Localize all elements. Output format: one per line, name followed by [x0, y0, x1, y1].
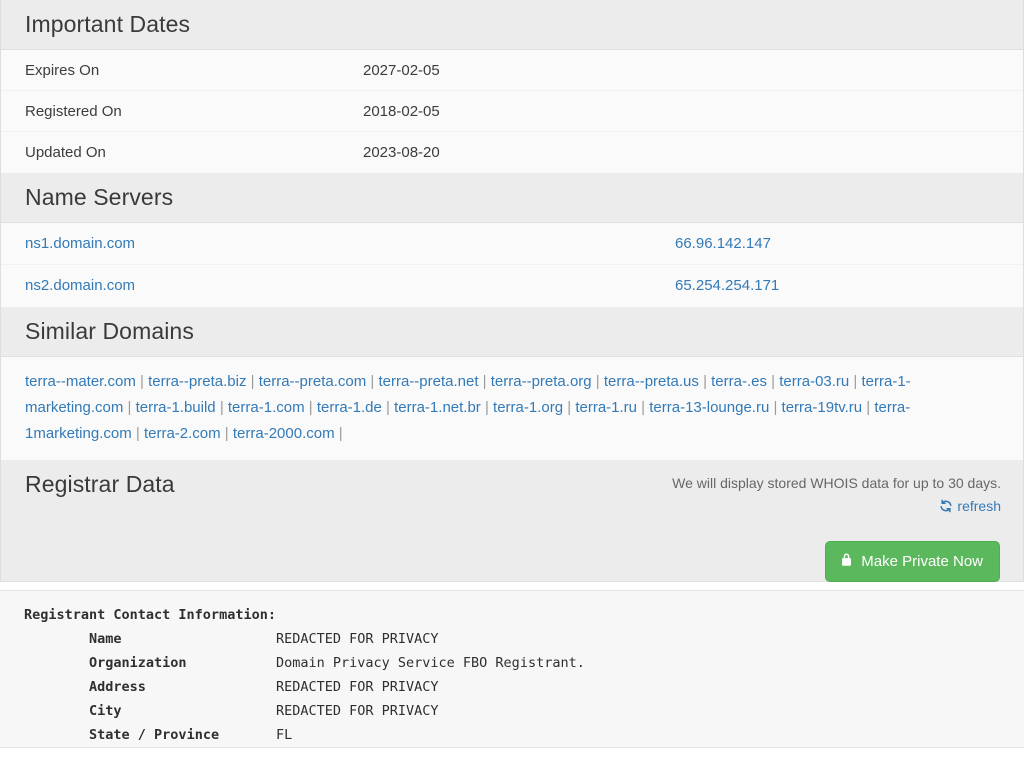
similar-domain-link[interactable]: terra-1.org: [493, 399, 563, 416]
similar-domain-separator: |: [335, 425, 343, 442]
nameserver-host-cell: ns2.domain.com: [1, 277, 675, 295]
similar-domain-separator: |: [769, 399, 781, 416]
similar-domain-separator: |: [382, 399, 394, 416]
row-label: Expires On: [1, 62, 363, 79]
row-value: 2027-02-05: [363, 62, 440, 79]
similar-domain-link[interactable]: terra--preta.com: [259, 373, 367, 390]
section-name-servers: Name Servers ns1.domain.com 66.96.142.14…: [0, 173, 1024, 307]
similar-domain-separator: |: [136, 373, 148, 390]
similar-domain-separator: |: [305, 399, 317, 416]
registrar-data-header: Registrar Data We will display stored WH…: [1, 460, 1023, 582]
similar-domain-separator: |: [221, 425, 233, 442]
nameserver-ip-link[interactable]: 66.96.142.147: [675, 235, 771, 252]
similar-domain-link[interactable]: terra-1.net.br: [394, 399, 481, 416]
refresh-link[interactable]: refresh: [939, 498, 1001, 514]
similar-domain-link[interactable]: terra-1.de: [317, 399, 382, 416]
similar-domain-separator: |: [481, 399, 493, 416]
similar-domains-list: terra--mater.com | terra--preta.biz | te…: [1, 357, 1023, 460]
similar-domain-link[interactable]: terra-13-lounge.ru: [649, 399, 769, 416]
row-label: Updated On: [1, 144, 363, 161]
important-dates-header: Important Dates: [1, 0, 1023, 50]
similar-domain-link[interactable]: terra-1.build: [136, 399, 216, 416]
similar-domain-link[interactable]: terra-2000.com: [233, 425, 335, 442]
similar-domain-link[interactable]: terra--preta.biz: [148, 373, 246, 390]
similar-domain-link[interactable]: terra--preta.org: [491, 373, 592, 390]
refresh-label: refresh: [957, 498, 1001, 514]
make-private-button-label: Make Private Now: [861, 553, 983, 570]
similar-domain-link[interactable]: terra--preta.net: [378, 373, 478, 390]
important-dates-title: Important Dates: [25, 11, 1023, 37]
whois-raw-text: Registrant Contact Information: Name RED…: [0, 590, 1024, 748]
similar-domain-separator: |: [592, 373, 604, 390]
similar-domain-separator: |: [767, 373, 779, 390]
similar-domain-link[interactable]: terra--mater.com: [25, 373, 136, 390]
name-servers-body: ns1.domain.com 66.96.142.147 ns2.domain.…: [1, 223, 1023, 307]
make-private-button[interactable]: Make Private Now: [825, 541, 1000, 582]
row-value: 2018-02-05: [363, 103, 440, 120]
important-dates-body: Expires On 2027-02-05 Registered On 2018…: [1, 50, 1023, 173]
similar-domain-separator: |: [637, 399, 649, 416]
similar-domains-title: Similar Domains: [25, 318, 1023, 344]
nameserver-ip-cell: 66.96.142.147: [675, 235, 771, 253]
similar-domains-header: Similar Domains: [1, 307, 1023, 357]
similar-domain-separator: |: [132, 425, 144, 442]
whois-result-page: Important Dates Expires On 2027-02-05 Re…: [0, 0, 1024, 778]
section-important-dates: Important Dates Expires On 2027-02-05 Re…: [0, 0, 1024, 173]
table-row: Updated On 2023-08-20: [1, 132, 1023, 173]
row-label: Registered On: [1, 103, 363, 120]
similar-domain-separator: |: [849, 373, 861, 390]
refresh-icon: [939, 499, 953, 516]
table-row: Expires On 2027-02-05: [1, 50, 1023, 91]
whois-raw-wrap: Registrant Contact Information: Name RED…: [0, 582, 1024, 748]
nameserver-ip-cell: 65.254.254.171: [675, 277, 779, 295]
whois-retention-notice: We will display stored WHOIS data for up…: [672, 474, 1001, 493]
similar-domain-separator: |: [563, 399, 575, 416]
name-servers-header: Name Servers: [1, 173, 1023, 223]
similar-domain-separator: |: [216, 399, 228, 416]
name-servers-title: Name Servers: [25, 184, 1023, 210]
nameserver-host-cell: ns1.domain.com: [1, 235, 675, 253]
similar-domain-link[interactable]: terra-19tv.ru: [782, 399, 863, 416]
section-similar-domains: Similar Domains terra--mater.com | terra…: [0, 307, 1024, 460]
similar-domain-separator: |: [479, 373, 491, 390]
similar-domain-link[interactable]: terra-2.com: [144, 425, 221, 442]
nameserver-host-link[interactable]: ns2.domain.com: [25, 277, 135, 294]
similar-domain-separator: |: [123, 399, 135, 416]
lock-icon: [840, 552, 853, 571]
table-row: ns2.domain.com 65.254.254.171: [1, 265, 1023, 307]
similar-domain-link[interactable]: terra--preta.us: [604, 373, 699, 390]
similar-domain-separator: |: [699, 373, 711, 390]
similar-domain-link[interactable]: terra-1.ru: [575, 399, 637, 416]
similar-domain-link[interactable]: terra-1.com: [228, 399, 305, 416]
similar-domain-separator: |: [862, 399, 874, 416]
table-row: Registered On 2018-02-05: [1, 91, 1023, 132]
nameserver-host-link[interactable]: ns1.domain.com: [25, 235, 135, 252]
similar-domain-separator: |: [366, 373, 378, 390]
refresh-link-wrap: refresh: [939, 498, 1001, 516]
similar-domain-separator: |: [246, 373, 258, 390]
nameserver-ip-link[interactable]: 65.254.254.171: [675, 277, 779, 294]
table-row: ns1.domain.com 66.96.142.147: [1, 223, 1023, 265]
row-value: 2023-08-20: [363, 144, 440, 161]
section-registrar-data: Registrar Data We will display stored WH…: [0, 460, 1024, 582]
similar-domain-link[interactable]: terra-.es: [711, 373, 767, 390]
similar-domain-link[interactable]: terra-03.ru: [779, 373, 849, 390]
